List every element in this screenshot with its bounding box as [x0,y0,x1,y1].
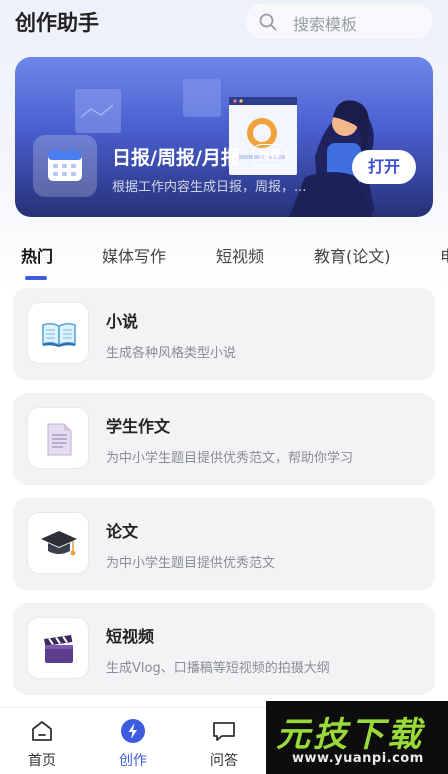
card-title: 小说 [106,312,139,331]
featured-banner[interactable]: 日报/周报/月报 推荐 根据工作内容生成日报，周报，... 打开 [15,57,433,217]
lightning-icon [121,719,145,743]
template-card-student-essay[interactable]: 学生作文 为中小学生题目提供优秀范文，帮助你学习 [13,393,435,485]
card-icon-box [27,512,89,574]
card-description: 生成各种风格类型小说 [106,346,237,361]
template-card-novel[interactable]: 小说 生成各种风格类型小说 [13,288,435,380]
watermark-brand: 元技下载 [276,715,424,755]
recommend-badge: 推荐 [253,144,287,166]
active-tab-indicator [25,276,47,280]
nav-qa[interactable]: 问答 [189,708,259,774]
nav-label: 首页 [28,753,56,769]
search-placeholder: 搜索模板 [293,15,358,34]
nav-home[interactable]: 首页 [7,708,77,774]
card-description: 为中小学生题目提供优秀范文 [106,556,276,571]
app-title: 创作助手 [15,11,99,35]
card-title: 学生作文 [106,417,171,436]
header: 创作助手 搜索模板 [0,0,448,44]
tab-media-writing[interactable]: 媒体写作 [102,243,166,267]
banner-title: 日报/周报/月报 [112,147,240,169]
chat-bubble-icon [213,722,235,741]
graduation-cap-icon [41,531,77,556]
home-icon [32,721,52,741]
search-icon [259,13,277,31]
tab-partial[interactable]: 电 [440,243,448,267]
banner-subtitle: 根据工作内容生成日报，周报，... [112,180,307,195]
template-card-short-video[interactable]: 短视频 生成Vlog、口播稿等短视频的拍摄大纲 [13,603,435,695]
open-book-icon [42,322,76,347]
calendar-icon [48,147,82,181]
template-card-thesis[interactable]: 论文 为中小学生题目提供优秀范文 [13,498,435,590]
card-title: 短视频 [106,627,155,646]
card-icon-box [27,407,89,469]
nav-label: 问答 [210,753,238,769]
card-title: 论文 [106,522,139,541]
watermark-logo: 元技下载 www.yuanpi.com [266,701,448,774]
tab-hot[interactable]: 热门 [21,243,53,267]
search-box[interactable]: 搜索模板 [244,2,434,40]
tab-short-video[interactable]: 短视频 [216,243,264,267]
card-description: 生成Vlog、口播稿等短视频的拍摄大纲 [106,661,330,676]
watermark-url: www.yuanpi.com [292,751,424,766]
nav-create[interactable]: 创作 [98,708,168,774]
tab-education[interactable]: 教育(论文) [314,243,391,267]
nav-label: 创作 [119,753,147,769]
card-icon-box [27,617,89,679]
category-tabs: 热门 媒体写作 短视频 教育(论文) 电 [0,236,448,280]
document-icon [47,423,72,456]
calendar-tile [33,135,97,197]
open-button[interactable]: 打开 [352,150,416,184]
clapperboard-icon [44,635,73,663]
card-icon-box [27,302,89,364]
card-description: 为中小学生题目提供优秀范文，帮助你学习 [106,451,354,466]
